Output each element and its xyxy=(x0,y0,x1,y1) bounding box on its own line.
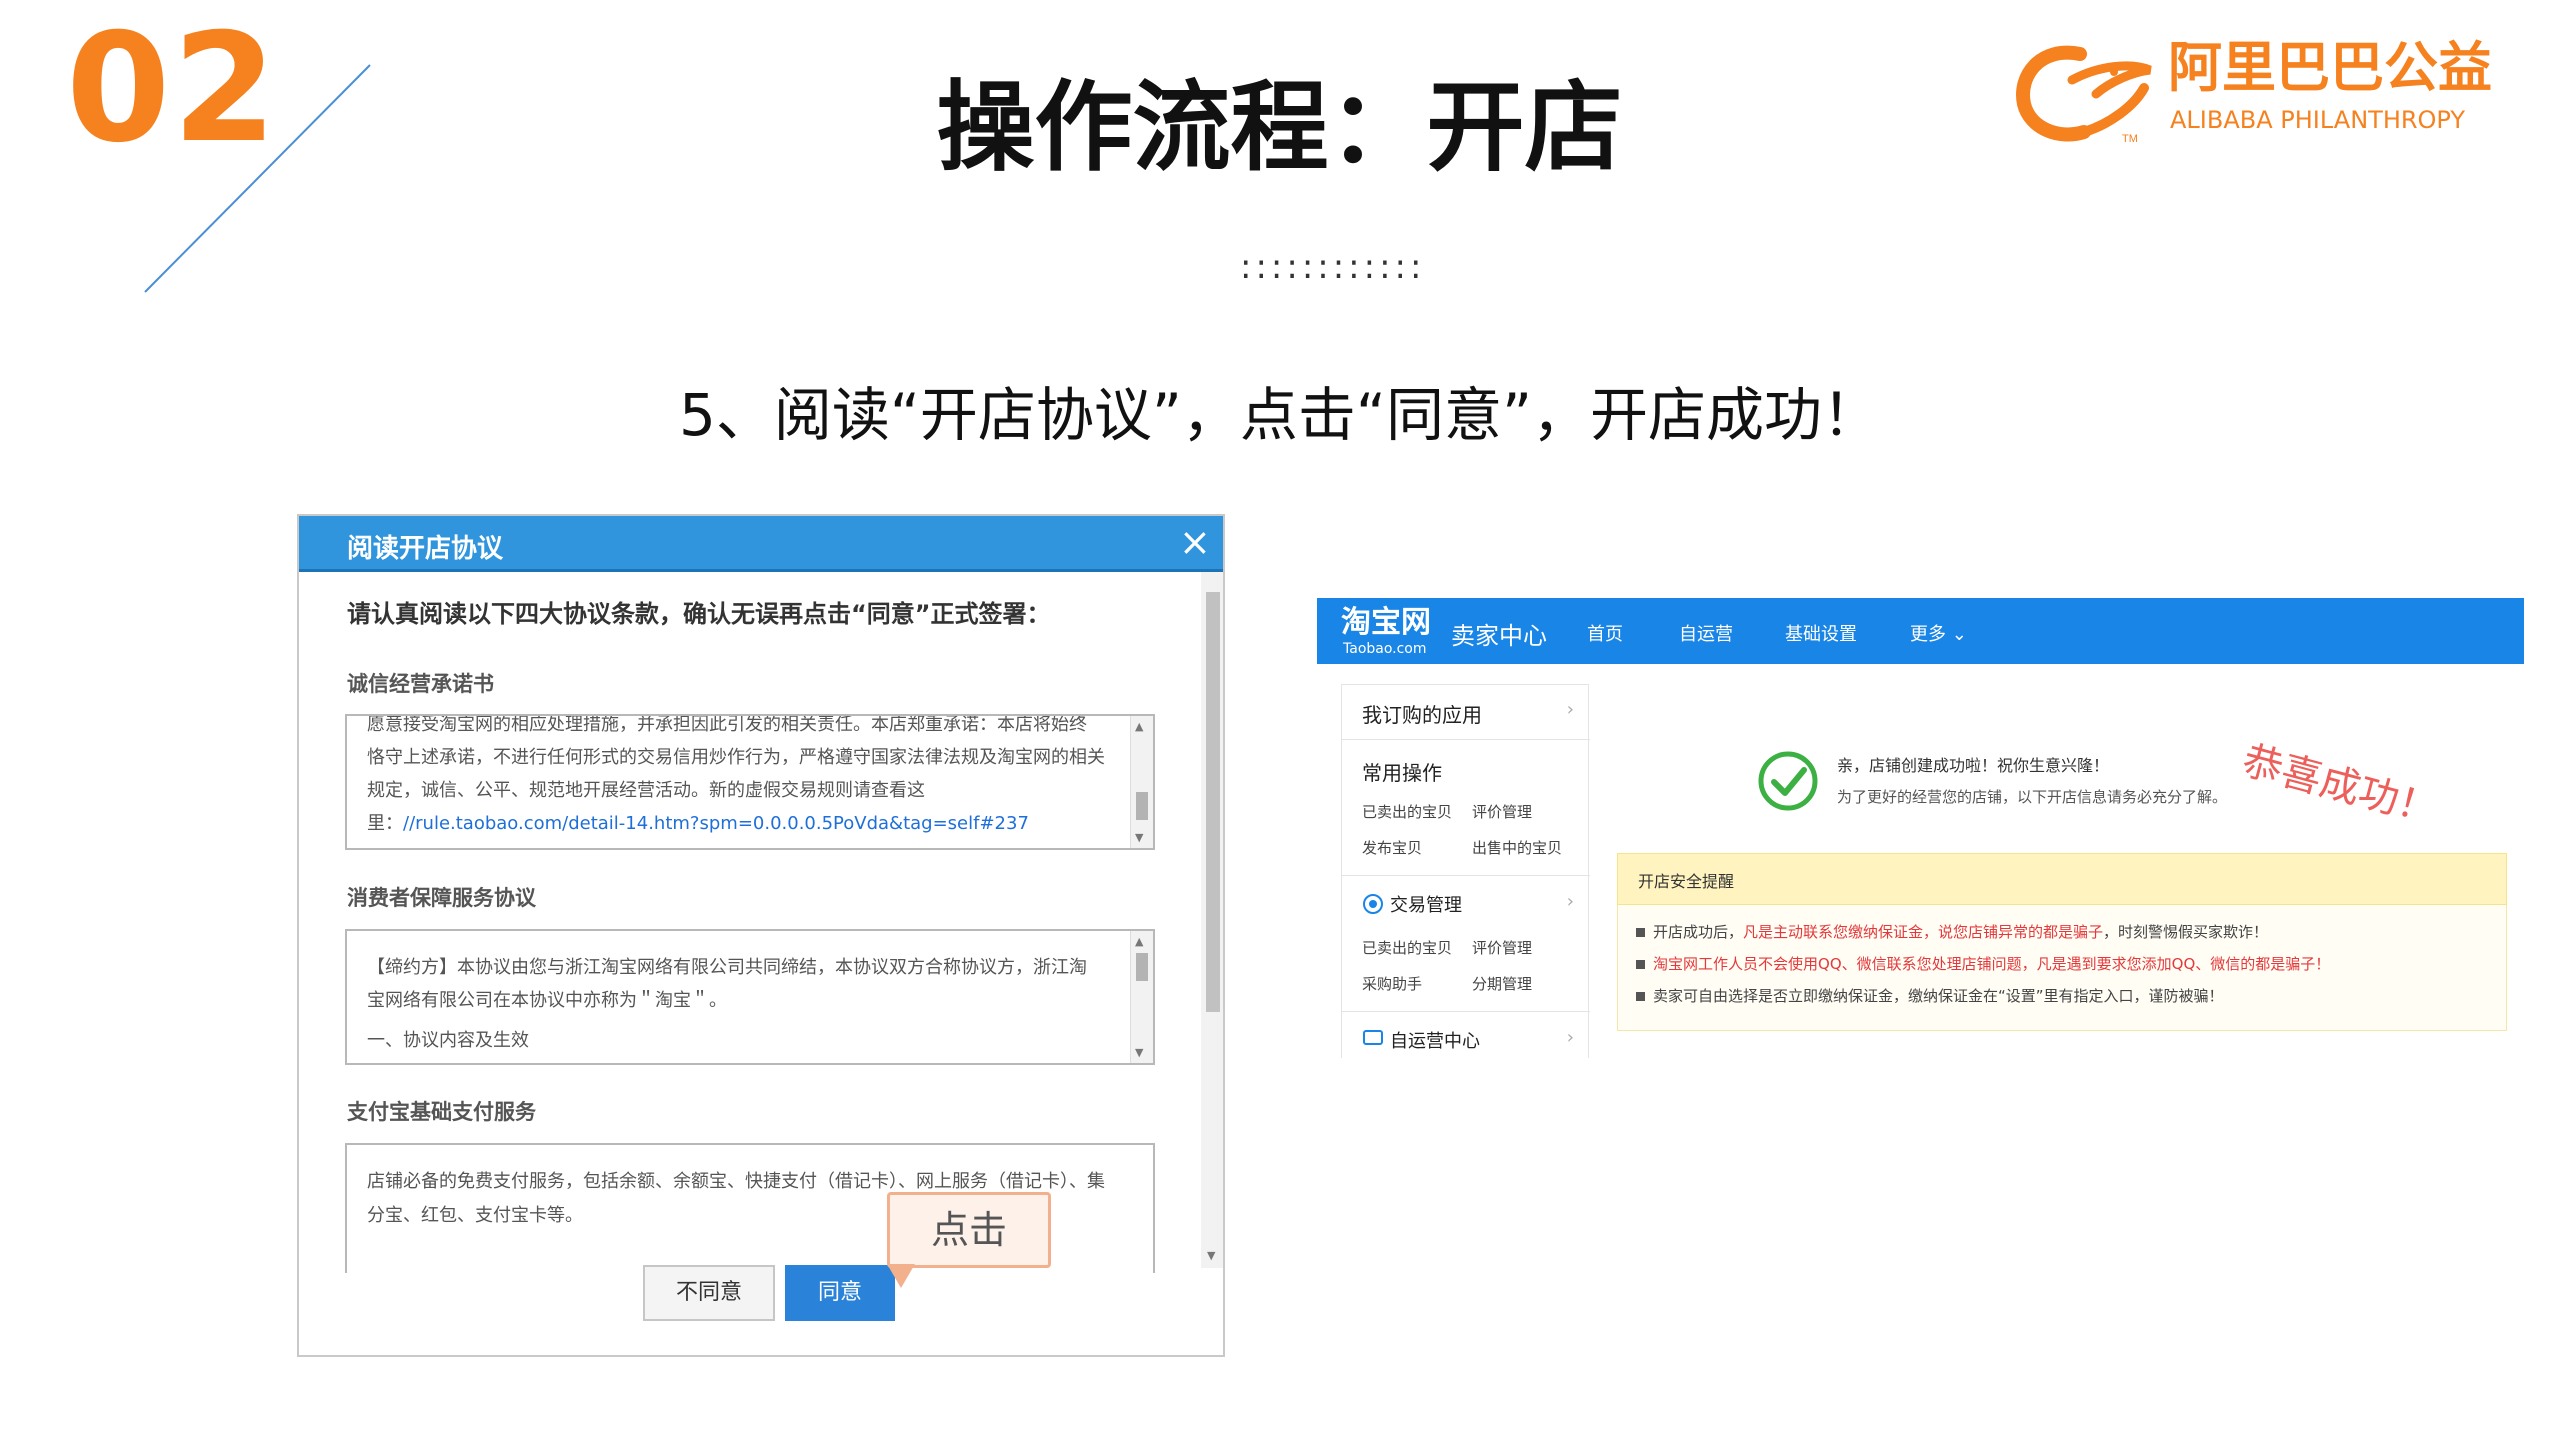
nav-more[interactable]: 更多 ⌄ xyxy=(1910,620,1967,646)
congrats-stamp: 恭喜成功！ xyxy=(2237,737,2443,834)
trademark-mark: TM xyxy=(2122,133,2138,145)
sidebar-divider xyxy=(1342,739,1590,740)
section-title-consumer: 消费者保障服务协议 xyxy=(347,886,536,910)
agreement-link-prefix: 里： xyxy=(367,813,403,834)
agree-button[interactable]: 同意 xyxy=(785,1265,895,1321)
sidebar-self-ops-center[interactable]: 自运营中心 xyxy=(1390,1027,1480,1053)
click-callout: 点击 xyxy=(887,1192,1051,1268)
sidebar-item-reviews[interactable]: 评价管理 xyxy=(1472,937,1532,958)
safety-notice-title: 开店安全提醒 xyxy=(1638,872,1735,891)
agreement-text-line: 分宝、红包、支付宝卡等。 xyxy=(367,1205,583,1226)
bullet-square-icon xyxy=(1636,960,1645,969)
scroll-up-arrow-icon[interactable]: ▲ xyxy=(1135,935,1143,948)
notice-warning-text: 凡是主动联系您缴纳保证金，说您店铺异常的都是骗子 xyxy=(1743,923,2104,941)
sidebar-common-ops: 常用操作 xyxy=(1362,761,1442,785)
scroll-down-arrow-icon[interactable]: ▼ xyxy=(1135,831,1143,844)
safety-notice-body: 开店成功后，凡是主动联系您缴纳保证金，说您店铺异常的都是骗子，时刻警惕假买家欺诈… xyxy=(1617,905,2507,1031)
consumer-agreement-box[interactable]: 【缔约方】本协议由您与浙江淘宝网络有限公司共同缔结，本协议双方合称协议方，浙江淘… xyxy=(345,929,1155,1065)
box-scrollbar[interactable]: ▲ ▼ xyxy=(1130,931,1153,1063)
dialog-scrollbar[interactable]: ▼ xyxy=(1201,572,1223,1268)
chat-icon xyxy=(1363,1030,1383,1045)
dialog-intro: 请认真阅读以下四大协议条款，确认无误再点击“同意”正式签署： xyxy=(347,600,1051,628)
sidebar-my-apps[interactable]: 我订购的应用 xyxy=(1362,699,1482,728)
box-scrollbar[interactable]: ▲ ▼ xyxy=(1130,716,1153,848)
notice-text: ，时刻警惕假买家欺诈！ xyxy=(2103,923,2269,941)
agreement-text-line: 店铺必备的免费支付服务，包括余额、余额宝、快捷支付（借记卡）、网上服务（借记卡）… xyxy=(367,1171,1105,1192)
success-subtext: 为了更好的经营您的店铺，以下开店信息请务必充分了解。 xyxy=(1837,788,2228,806)
agreement-text-line: 规定，诚信、公平、规范地开展经营活动。新的虚假交易规则请查看这 xyxy=(367,780,925,801)
scroll-thumb[interactable] xyxy=(1136,792,1148,820)
agreement-text-line: 宝网络有限公司在本协议中亦称为＂淘宝＂。 xyxy=(367,990,727,1011)
top-nav: 淘宝网 Taobao.com 卖家中心 首页 自运营 基础设置 更多 ⌄ xyxy=(1317,598,2524,664)
nav-self-ops[interactable]: 自运营 xyxy=(1679,620,1733,646)
notice-line: 淘宝网工作人员不会使用QQ、微信联系您处理店铺问题，凡是遇到要求您添加QQ、微信… xyxy=(1636,953,2330,974)
sidebar-item-on-sale[interactable]: 出售中的宝贝 xyxy=(1472,837,1562,858)
scroll-thumb[interactable] xyxy=(1136,953,1148,981)
taobao-seller-center: 淘宝网 Taobao.com 卖家中心 首页 自运营 基础设置 更多 ⌄ 我订购… xyxy=(1317,598,2524,1058)
sidebar-item-publish[interactable]: 发布宝贝 xyxy=(1362,837,1422,858)
agreement-text-line: 愿意接受淘宝网的相应处理措施，并承担因此引发的相关责任。本店郑重承诺：本店将始终 xyxy=(367,714,1087,735)
success-message: 亲，店铺创建成功啦！祝你生意兴隆！ xyxy=(1837,756,2110,775)
integrity-agreement-box[interactable]: 愿意接受淘宝网的相应处理措施，并承担因此引发的相关责任。本店郑重承诺：本店将始终… xyxy=(345,714,1155,850)
scroll-down-arrow-icon[interactable]: ▼ xyxy=(1135,1046,1143,1059)
alibaba-smile-logo-icon: TM xyxy=(2016,45,2152,145)
agreement-text-line: 里：//rule.taobao.com/detail-14.htm?spm=0.… xyxy=(367,809,1029,835)
dialog-title: 阅读开店协议 xyxy=(347,534,504,564)
nav-home[interactable]: 首页 xyxy=(1587,620,1623,646)
notice-line: 开店成功后，凡是主动联系您缴纳保证金，说您店铺异常的都是骗子，时刻警惕假买家欺诈… xyxy=(1636,921,2268,942)
bullet-square-icon xyxy=(1636,992,1645,1001)
taobao-logo[interactable]: 淘宝网 xyxy=(1341,608,1431,638)
agreement-text-line: 一、协议内容及生效 xyxy=(367,1030,529,1051)
rule-link[interactable]: //rule.taobao.com/detail-14.htm?spm=0.0.… xyxy=(403,813,1029,834)
chevron-right-icon[interactable]: › xyxy=(1567,1027,1574,1048)
agreement-dialog: 阅读开店协议 × 请认真阅读以下四大协议条款，确认无误再点击“同意”正式签署： … xyxy=(297,514,1225,1357)
dialog-scroll-thumb[interactable] xyxy=(1206,592,1220,1012)
sidebar-item-purchase-helper[interactable]: 采购助手 xyxy=(1362,973,1422,994)
disagree-button[interactable]: 不同意 xyxy=(643,1265,775,1321)
logo-name-en: ALIBABA PHILANTHROPY xyxy=(2170,106,2466,134)
sidebar-trade-mgmt[interactable]: 交易管理 xyxy=(1390,891,1462,917)
sidebar-divider xyxy=(1342,875,1590,876)
nav-basic-settings[interactable]: 基础设置 xyxy=(1785,620,1857,646)
section-title-alipay: 支付宝基础支付服务 xyxy=(347,1100,536,1124)
decorative-dots: :::::::::::: xyxy=(1240,247,1426,287)
scroll-up-arrow-icon[interactable]: ▲ xyxy=(1135,720,1143,733)
agreement-text-line: 【缔约方】本协议由您与浙江淘宝网络有限公司共同缔结，本协议双方合称协议方，浙江淘 xyxy=(367,957,1087,978)
callout-pointer xyxy=(887,1264,915,1288)
notice-line: 卖家可自由选择是否立即缴纳保证金，缴纳保证金在“设置”里有指定入口，谨防被骗！ xyxy=(1636,985,2224,1006)
bullet-square-icon xyxy=(1636,928,1645,937)
sidebar: 我订购的应用 › 常用操作 已卖出的宝贝 评价管理 发布宝贝 出售中的宝贝 交易… xyxy=(1341,684,1590,1058)
notice-warning-text: 不会使用QQ、微信联系您处理店铺问题，凡是遇到要求您添加QQ、微信的都是骗子！ xyxy=(1758,955,2331,973)
trade-icon xyxy=(1363,894,1383,914)
notice-text: 卖家可自由选择是否立即缴纳保证金，缴纳保证金在“设置”里有指定入口，谨防被骗！ xyxy=(1653,987,2224,1005)
sidebar-item-sold[interactable]: 已卖出的宝贝 xyxy=(1362,937,1452,958)
sidebar-item-reviews[interactable]: 评价管理 xyxy=(1472,801,1532,822)
safety-notice-header: 开店安全提醒 xyxy=(1617,853,2507,905)
logo-name-cn: 阿里巴巴公益 xyxy=(2168,36,2492,99)
scroll-down-arrow-icon[interactable]: ▼ xyxy=(1207,1249,1215,1262)
close-icon[interactable]: × xyxy=(1179,520,1211,564)
section-title-integrity: 诚信经营承诺书 xyxy=(347,672,494,696)
success-check-icon xyxy=(1758,751,1818,811)
sidebar-item-installments[interactable]: 分期管理 xyxy=(1472,973,1532,994)
sidebar-divider xyxy=(1342,1011,1590,1012)
taobao-logo-sub: Taobao.com xyxy=(1343,641,1427,657)
chevron-right-icon[interactable]: › xyxy=(1567,891,1574,912)
step-instruction: 5、阅读“开店协议”，点击“同意”，开店成功！ xyxy=(678,381,1881,449)
sidebar-item-sold[interactable]: 已卖出的宝贝 xyxy=(1362,801,1452,822)
alibaba-philanthropy-logo: TM 阿里巴巴公益 ALIBABA PHILANTHROPY xyxy=(2010,36,2500,146)
agreement-text-line: 恪守上述承诺，不进行任何形式的交易信用炒作行为，严格遵守国家法律法规及淘宝网的相… xyxy=(367,747,1105,768)
notice-text: 开店成功后， xyxy=(1653,923,1744,941)
seller-center-label: 卖家中心 xyxy=(1451,622,1547,650)
chevron-right-icon[interactable]: › xyxy=(1567,699,1574,720)
dialog-header: 阅读开店协议 × xyxy=(299,516,1223,572)
notice-warning-text: 淘宝网工作人员 xyxy=(1653,955,1759,973)
